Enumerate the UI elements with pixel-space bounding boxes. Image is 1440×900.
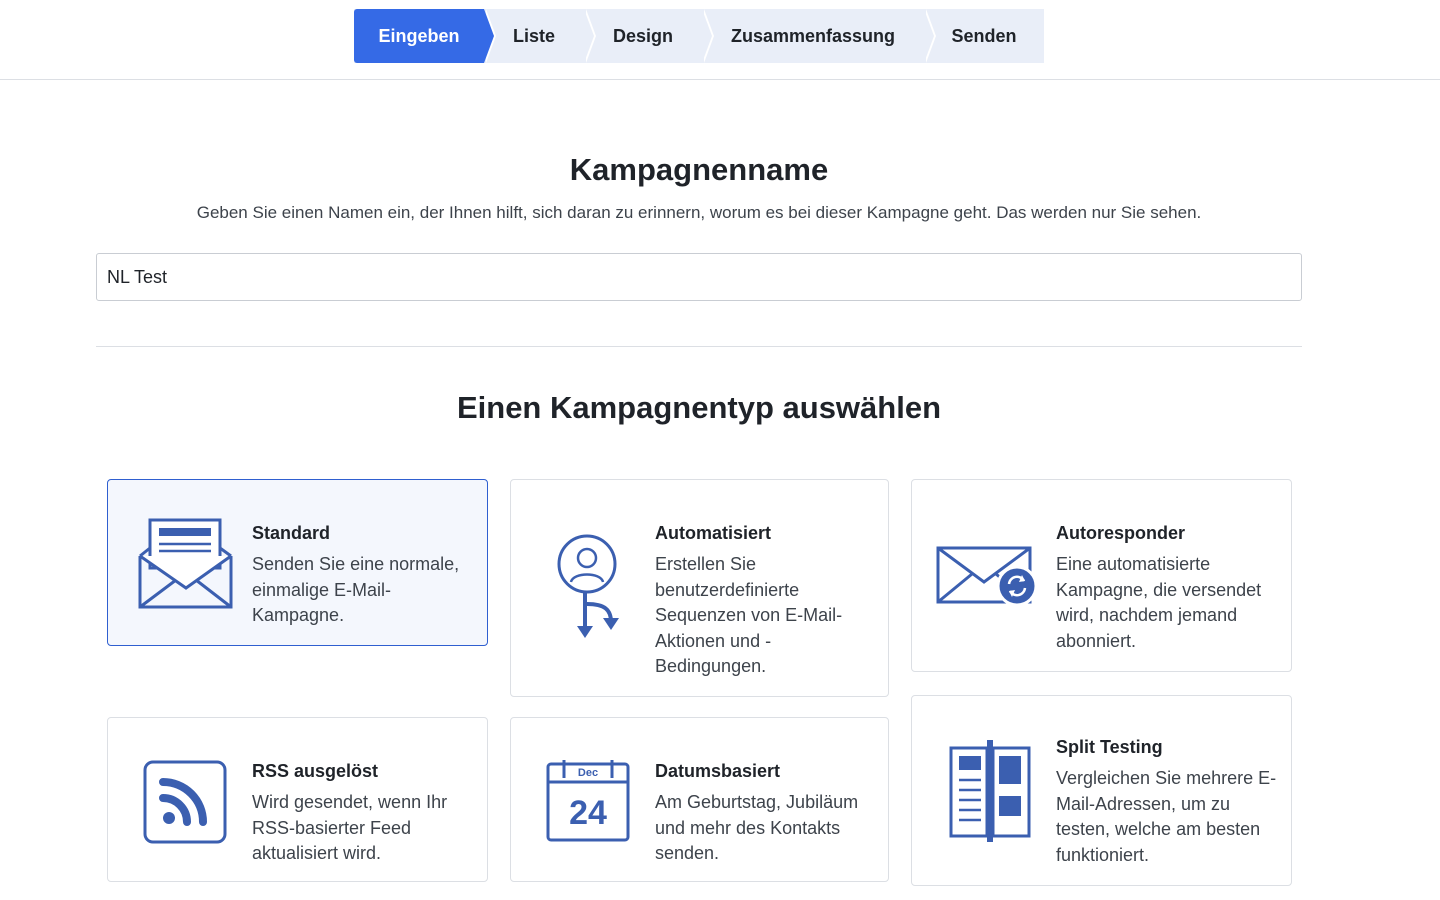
campaign-type-card-autoresponder[interactable]: Autoresponder Eine automatisierte Kampag… [911,479,1292,672]
campaign-type-card-rss[interactable]: RSS ausgelöst Wird gesendet, wenn Ihr RS… [107,717,488,882]
card-description: Wird gesendet, wenn Ihr RSS-basierter Fe… [252,792,448,863]
step-zusammenfassung[interactable]: Zusammenfassung [702,9,936,63]
campaign-type-heading: Einen Kampagnentyp auswählen [456,390,942,425]
step-design[interactable]: Design [584,9,714,63]
envelope-refresh-icon [936,544,1038,611]
card-description: Erstellen Sie benutzerdefinierte Sequenz… [655,554,843,676]
step-liste[interactable]: Liste [484,9,596,63]
campaign-name-heading: Kampagnenname [569,152,829,187]
campaign-type-card-automatisiert[interactable]: Automatisiert Erstellen Sie benutzerdefi… [510,479,889,697]
calendar-month: Dec [578,767,598,779]
campaign-stepper: Eingeben Liste Design Zusammenfassung Se… [354,9,1044,63]
card-title: RSS ausgelöst [252,761,379,781]
campaign-type-card-datumsbasiert[interactable]: Dec 24 Datumsbasiert Am Geburtstag, Jubi… [510,717,889,882]
card-title: Datumsbasiert [655,761,781,781]
section-divider [96,346,1302,347]
campaign-name-description: Geben Sie einen Namen ein, der Ihnen hil… [196,203,1202,222]
card-description: Eine automatisierte Kampagne, die versen… [1056,554,1262,651]
card-title: Automatisiert [655,523,772,543]
card-description: Am Geburtstag, Jubiläum und mehr des Kon… [655,792,859,863]
card-description: Senden Sie eine normale, einmalige E-Mai… [252,554,460,625]
top-bar: Eingeben Liste Design Zusammenfassung Se… [0,0,1440,80]
split-layout-icon [949,738,1031,849]
card-title: Autoresponder [1056,523,1186,543]
envelope-letter-icon [138,518,234,615]
campaign-type-card-standard[interactable]: Standard Senden Sie eine normale, einmal… [107,479,488,646]
card-description: Vergleichen Sie mehrere E-Mail-Adressen,… [1056,768,1277,865]
campaign-type-card-split-testing[interactable]: Split Testing Vergleichen Sie mehrere E-… [911,695,1292,886]
calendar-day: 24 [569,794,607,832]
step-senden[interactable]: Senden [924,9,1044,63]
card-title: Standard [252,523,331,543]
card-title: Split Testing [1056,737,1163,757]
rss-icon [143,760,227,849]
campaign-name-input[interactable] [96,253,1302,301]
user-flow-icon [555,534,625,651]
step-eingeben[interactable]: Eingeben [354,9,496,63]
calendar-icon: Dec 24 [546,758,630,849]
